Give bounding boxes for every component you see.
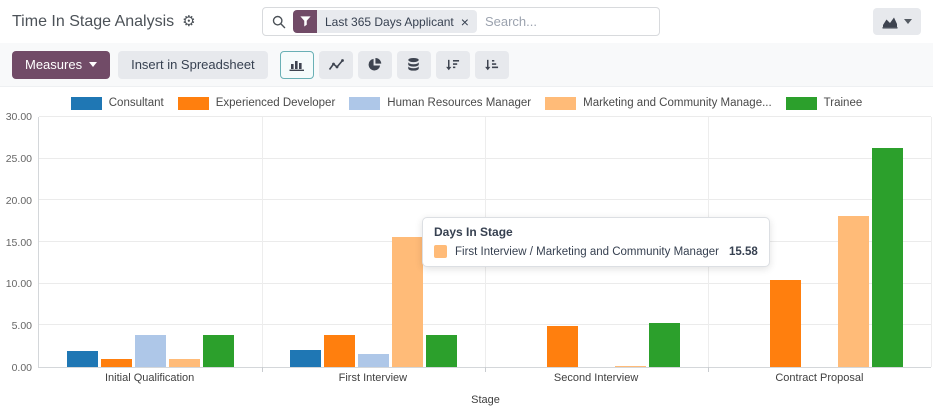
pie-chart-icon	[367, 57, 382, 72]
legend-swatch	[349, 97, 380, 110]
page-title: Time In Stage Analysis	[12, 13, 174, 31]
measures-button[interactable]: Measures	[12, 51, 110, 79]
chart-tooltip: Days In Stage First Interview / Marketin…	[422, 217, 770, 267]
v-gridline	[262, 117, 263, 367]
measures-label: Measures	[25, 57, 82, 72]
bar[interactable]	[649, 323, 680, 367]
search-facet-body: Last 365 Days Applicant ×	[317, 10, 477, 33]
sort-descending-button[interactable]	[436, 51, 470, 79]
line-chart-icon	[328, 58, 344, 72]
tooltip-value: 15.58	[729, 246, 758, 258]
legend-swatch	[178, 97, 209, 110]
legend-label: Human Resources Manager	[387, 97, 531, 109]
sort-ascending-button[interactable]	[475, 51, 509, 79]
y-tick-label: 30.00	[6, 111, 32, 123]
bar[interactable]	[290, 350, 321, 368]
top-bar: Time In Stage Analysis ⚙ Last 365 Days A…	[0, 0, 933, 43]
legend-label: Experienced Developer	[216, 97, 336, 109]
legend-item[interactable]: Trainee	[786, 97, 863, 110]
search-facet[interactable]: Last 365 Days Applicant ×	[293, 10, 477, 33]
x-category-label: Second Interview	[554, 372, 638, 384]
chart-section: Consultant Experienced Developer Human Res…	[0, 87, 933, 406]
x-axis-title: Stage	[38, 394, 933, 406]
bar[interactable]	[135, 335, 166, 368]
bar[interactable]	[324, 335, 355, 368]
sort-ascending-icon	[484, 58, 499, 72]
stacked-icon	[406, 57, 421, 72]
area-chart-icon	[882, 15, 898, 29]
insert-label: Insert in Spreadsheet	[131, 57, 255, 72]
x-axis-labels: Initial Qualification First Interview Seco…	[38, 372, 931, 387]
bar[interactable]	[615, 366, 646, 367]
bar-chart-icon	[289, 58, 305, 72]
chart-body: 0.005.0010.0015.0020.0025.0030.00 Days I…	[0, 117, 933, 368]
bar[interactable]	[169, 359, 200, 367]
bar[interactable]	[872, 148, 903, 367]
bar[interactable]	[426, 335, 457, 368]
plot-area: Days In Stage First Interview / Marketin…	[38, 117, 931, 368]
legend-item[interactable]: Consultant	[71, 97, 164, 110]
bar[interactable]	[838, 216, 869, 367]
gear-icon[interactable]: ⚙	[182, 14, 195, 29]
legend-item[interactable]: Experienced Developer	[178, 97, 336, 110]
y-tick-label: 10.00	[6, 278, 32, 290]
control-panel: Measures Insert in Spreadsheet	[0, 43, 933, 87]
legend-item[interactable]: Human Resources Manager	[349, 97, 531, 110]
bar-chart-button[interactable]	[280, 51, 314, 79]
view-switcher-button[interactable]	[873, 8, 921, 35]
y-tick-label: 15.00	[6, 237, 32, 249]
legend-item[interactable]: Marketing and Community Manage...	[545, 97, 772, 110]
chevron-down-icon	[89, 62, 97, 67]
legend-label: Trainee	[824, 97, 863, 109]
y-tick-label: 20.00	[6, 195, 32, 207]
pie-chart-button[interactable]	[358, 51, 392, 79]
legend-label: Marketing and Community Manage...	[583, 97, 772, 109]
search-bar: Last 365 Days Applicant ×	[262, 7, 660, 36]
v-gridline	[931, 117, 932, 367]
bar[interactable]	[203, 335, 234, 368]
x-category-label: First Interview	[339, 372, 407, 384]
y-tick-label: 0.00	[12, 362, 32, 374]
bar[interactable]	[101, 359, 132, 367]
sort-descending-icon	[445, 58, 460, 72]
bar[interactable]	[358, 354, 389, 367]
facet-close-icon[interactable]: ×	[461, 15, 469, 29]
search-facet-label: Last 365 Days Applicant	[325, 15, 454, 29]
legend-label: Consultant	[109, 97, 164, 109]
x-category-label: Contract Proposal	[775, 372, 863, 384]
tooltip-label: First Interview / Marketing and Communit…	[455, 246, 719, 258]
chevron-down-icon	[904, 19, 912, 24]
insert-in-spreadsheet-button[interactable]: Insert in Spreadsheet	[118, 51, 268, 79]
stacked-toggle-button[interactable]	[397, 51, 431, 79]
line-chart-button[interactable]	[319, 51, 353, 79]
chart-type-buttons	[280, 51, 509, 79]
y-tick-label: 25.00	[6, 153, 32, 165]
y-axis: 0.005.0010.0015.0020.0025.0030.00	[0, 117, 38, 368]
tooltip-row: First Interview / Marketing and Communit…	[434, 245, 758, 258]
legend-swatch	[786, 97, 817, 110]
filter-funnel-icon	[293, 10, 317, 33]
y-tick-label: 5.00	[12, 320, 32, 332]
tooltip-swatch	[434, 245, 447, 258]
x-category-label: Initial Qualification	[105, 372, 194, 384]
bar[interactable]	[547, 326, 578, 367]
chart-legend: Consultant Experienced Developer Human Res…	[0, 87, 933, 117]
legend-swatch	[71, 97, 102, 110]
bar[interactable]	[67, 351, 98, 367]
legend-swatch	[545, 97, 576, 110]
search-input[interactable]	[477, 14, 660, 29]
tooltip-title: Days In Stage	[434, 225, 758, 239]
bar[interactable]	[770, 280, 801, 368]
search-icon	[272, 15, 286, 29]
title-wrap: Time In Stage Analysis ⚙	[12, 13, 262, 31]
bar[interactable]	[392, 237, 423, 367]
